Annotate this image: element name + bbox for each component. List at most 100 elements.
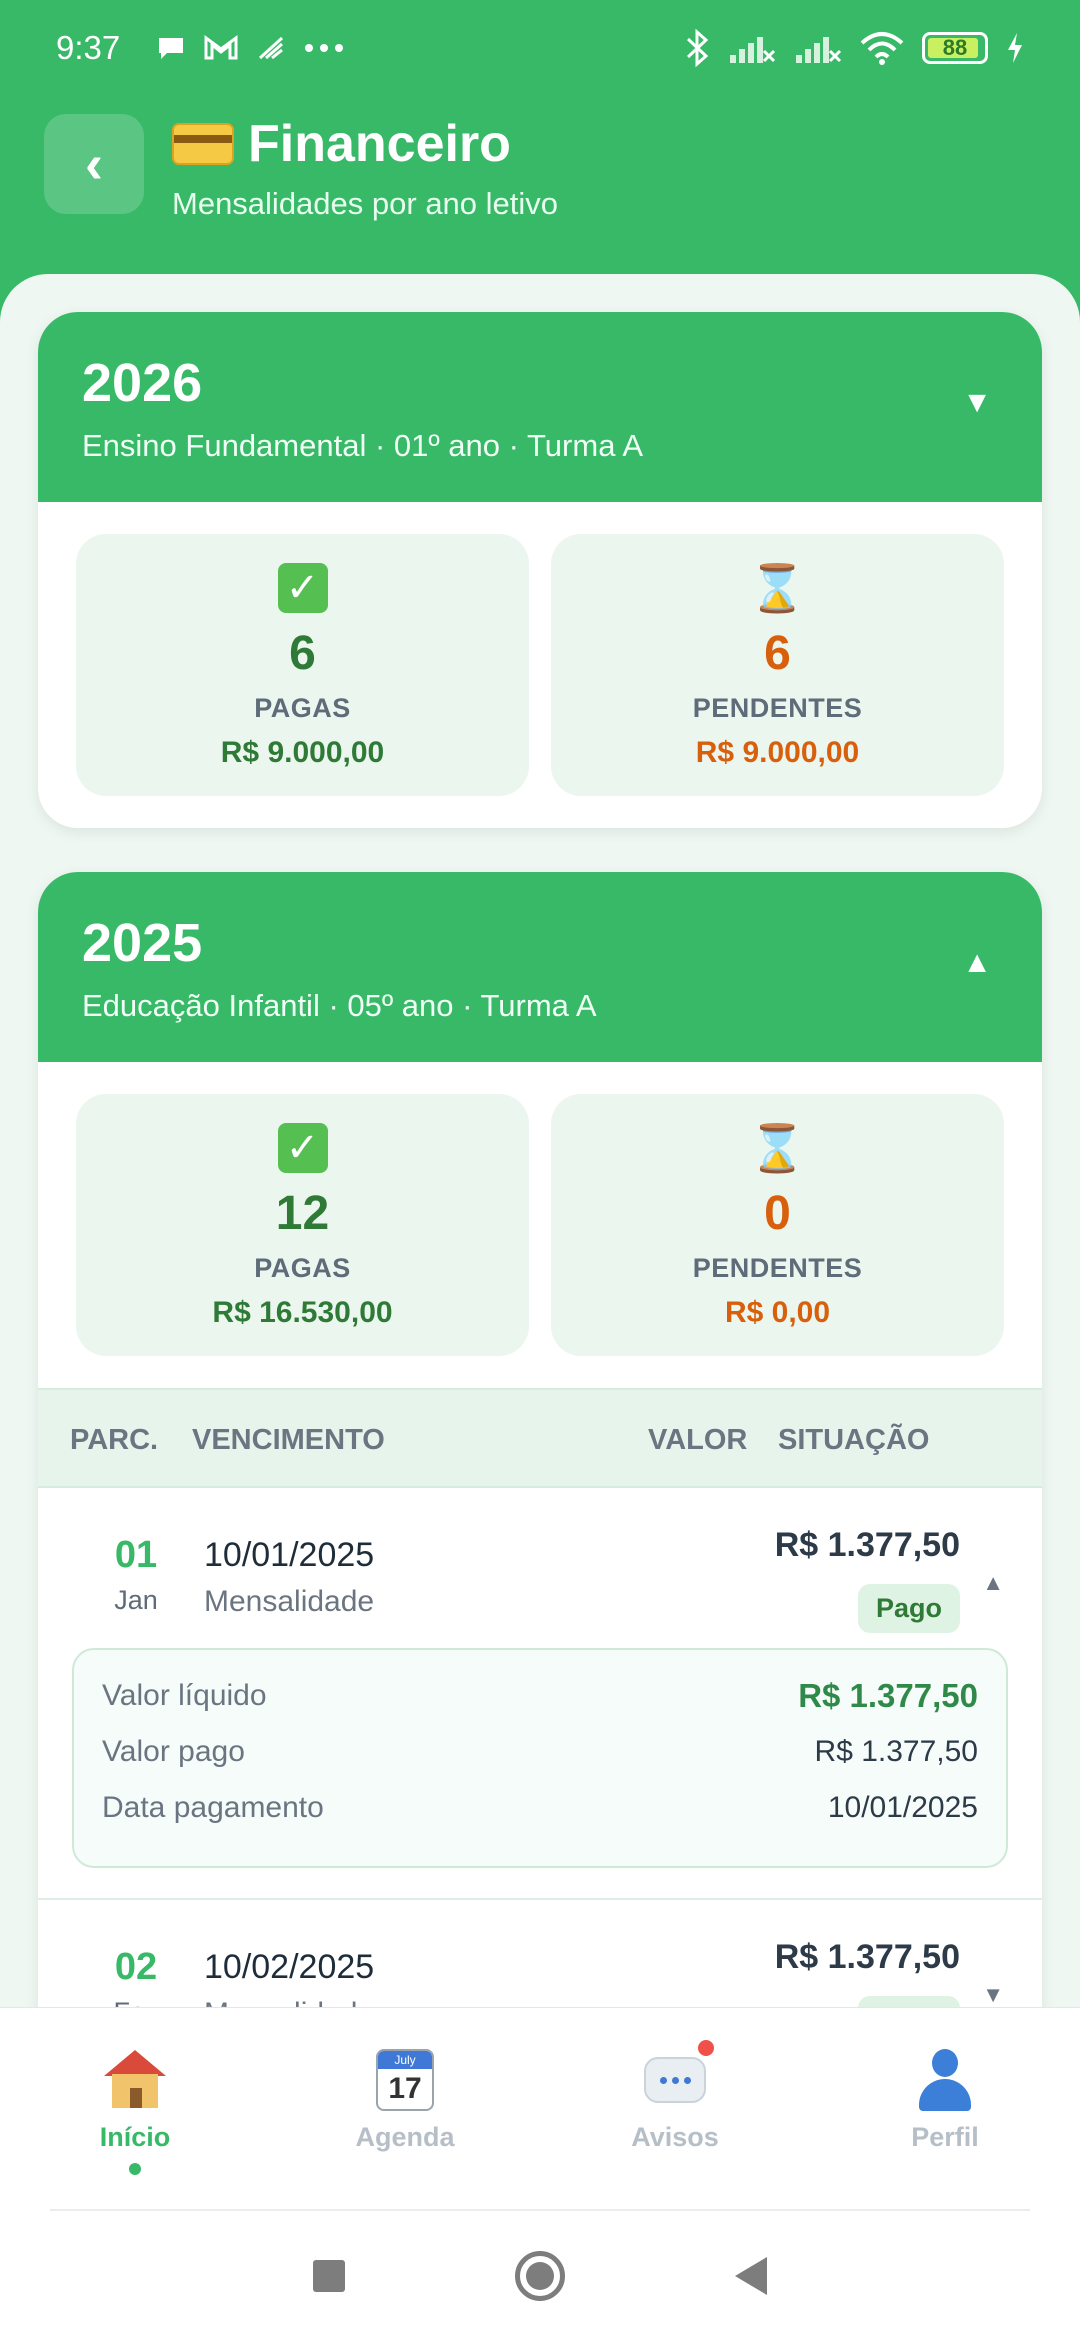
active-indicator	[129, 2163, 141, 2175]
pending-stat: ⌛ 6 PENDENTES R$ 9.000,00	[551, 534, 1004, 796]
payment-type: Mensalidade	[204, 1585, 375, 1618]
status-bar: 9:37 88	[0, 0, 1080, 96]
paid-stat: ✓ 6 PAGAS R$ 9.000,00	[76, 534, 529, 796]
installment-value: R$ 1.377,50	[774, 1526, 960, 1564]
chat-notification-icon	[156, 28, 186, 68]
detail-net: Valor líquido R$ 1.377,50	[102, 1668, 978, 1724]
year-header[interactable]: 2026 Ensino Fundamental · 01º ano · Turm…	[38, 312, 1042, 502]
year-card-2025: 2025 Educação Infantil · 05º ano · Turma…	[38, 872, 1042, 2082]
nav-agenda[interactable]: July 17 Agenda	[270, 2008, 540, 2208]
content-sheet: 2026 Ensino Fundamental · 01º ano · Turm…	[0, 274, 1080, 2082]
pending-count: 6	[764, 627, 791, 680]
detail-date-value: 10/01/2025	[827, 1791, 978, 1824]
pending-stat: ⌛ 0 PENDENTES R$ 0,00	[551, 1094, 1004, 1356]
notification-dot	[698, 2040, 714, 2056]
year-course: Educação Infantil · 05º ano · Turma A	[82, 988, 597, 1023]
cell-signal-2-icon	[794, 28, 842, 68]
gmail-icon	[204, 28, 238, 68]
nav-label: Início	[99, 2122, 171, 2152]
col-valor: VALOR	[648, 1424, 748, 1456]
installment-number: 01	[114, 1534, 158, 1576]
table-row[interactable]: 01 Jan 10/01/2025 Mensalidade R$ 1.377,5…	[38, 1488, 1042, 1900]
year-title: 2026	[82, 353, 203, 413]
calendar-day: 17	[388, 2072, 422, 2105]
due-info: 10/01/2025 Mensalidade	[204, 1536, 374, 1619]
year-header[interactable]: 2025 Educação Infantil · 05º ano · Turma…	[38, 872, 1042, 1062]
paid-count: 6	[289, 627, 316, 680]
house-icon	[102, 2048, 168, 2112]
paid-label: PAGAS	[254, 693, 351, 723]
chevron-up-icon[interactable]: ▲	[982, 1570, 1004, 1596]
page-subtitle: Mensalidades por ano letivo	[172, 186, 559, 221]
year-title: 2025	[82, 913, 203, 973]
nav-label: Avisos	[631, 2122, 719, 2152]
wifi-icon	[860, 28, 904, 68]
recents-button[interactable]	[313, 2260, 345, 2292]
detail-date: Data pagamento 10/01/2025	[102, 1780, 978, 1836]
due-date: 10/02/2025	[204, 1948, 375, 1986]
chevron-down-icon[interactable]: ▼	[982, 1982, 1004, 2008]
battery-level: 88	[942, 35, 968, 60]
paid-amount: R$ 16.530,00	[212, 1296, 393, 1329]
due-date: 10/01/2025	[204, 1536, 375, 1574]
col-vencimento: VENCIMENTO	[192, 1424, 385, 1456]
charging-icon	[1006, 28, 1024, 68]
year-stats: ✓ 12 PAGAS R$ 16.530,00 ⌛ 0 PENDENTES R$…	[38, 1062, 1042, 1388]
paid-stat: ✓ 12 PAGAS R$ 16.530,00	[76, 1094, 529, 1356]
detail-paid-label: Valor pago	[102, 1735, 245, 1768]
installment-number: 02	[114, 1946, 158, 1988]
page-title: Financeiro	[248, 115, 511, 173]
page-title-row: Financeiro	[172, 114, 558, 174]
year-card-2026: 2026 Ensino Fundamental · 01º ano · Turm…	[38, 312, 1042, 828]
nav-inicio[interactable]: Início	[0, 2008, 270, 2208]
chevron-down-icon: ▼	[962, 386, 992, 419]
detail-paid: Valor pago R$ 1.377,50	[102, 1724, 978, 1780]
calendar-icon: July 17	[372, 2048, 438, 2112]
installment: 01 Jan	[96, 1534, 176, 1616]
hourglass-icon: ⌛	[748, 561, 807, 614]
signal-app-icon	[256, 28, 286, 68]
nav-label: Agenda	[355, 2122, 455, 2152]
back-nav-button[interactable]	[735, 2257, 767, 2295]
col-situacao: SITUAÇÃO	[778, 1424, 930, 1456]
pending-label: PENDENTES	[692, 693, 863, 723]
system-navigation	[0, 2211, 1080, 2340]
check-icon: ✓	[277, 1122, 329, 1174]
installment-value: R$ 1.377,50	[774, 1938, 960, 1976]
page-header: ‹ Financeiro Mensalidades por ano letivo	[44, 114, 558, 222]
year-stats: ✓ 6 PAGAS R$ 9.000,00 ⌛ 6 PENDENTES R$ 9…	[38, 502, 1042, 828]
status-time: 9:37	[56, 29, 121, 66]
chevron-up-icon: ▲	[962, 946, 992, 979]
chevron-left-icon: ‹	[85, 134, 103, 194]
back-button[interactable]: ‹	[44, 114, 144, 214]
detail-date-label: Data pagamento	[102, 1791, 324, 1824]
battery-icon: 88	[922, 32, 988, 64]
home-button[interactable]	[515, 2251, 565, 2301]
nav-avisos[interactable]: Avisos	[540, 2008, 810, 2208]
paid-label: PAGAS	[254, 1253, 351, 1283]
calendar-month: July	[378, 2051, 432, 2069]
installment-month: Jan	[114, 1585, 158, 1615]
detail-net-label: Valor líquido	[102, 1679, 267, 1712]
detail-net-value: R$ 1.377,50	[798, 1677, 978, 1714]
chat-bubble-icon	[642, 2040, 714, 2112]
pending-label: PENDENTES	[692, 1253, 863, 1283]
nav-perfil[interactable]: Perfil	[810, 2008, 1080, 2208]
pending-count: 0	[764, 1187, 791, 1240]
status-badge: Pago	[857, 1584, 960, 1633]
hourglass-icon: ⌛	[748, 1121, 807, 1174]
payment-details: Valor líquido R$ 1.377,50 Valor pago R$ …	[72, 1648, 1008, 1868]
bottom-navigation: Início July 17 Agenda Avisos Perfil	[0, 2007, 1080, 2340]
detail-paid-value: R$ 1.377,50	[814, 1735, 978, 1768]
bluetooth-icon	[684, 28, 710, 68]
credit-card-icon	[172, 123, 234, 165]
pending-amount: R$ 0,00	[724, 1296, 831, 1329]
nav-label: Perfil	[911, 2122, 979, 2152]
cell-signal-icon	[728, 28, 776, 68]
paid-amount: R$ 9.000,00	[220, 736, 385, 769]
pending-amount: R$ 9.000,00	[695, 736, 860, 769]
year-course: Ensino Fundamental · 01º ano · Turma A	[82, 428, 644, 463]
col-parc: PARC.	[70, 1424, 159, 1456]
more-notifications-icon	[304, 28, 344, 68]
table-header: PARC. VENCIMENTO VALOR SITUAÇÃO	[38, 1388, 1042, 1488]
